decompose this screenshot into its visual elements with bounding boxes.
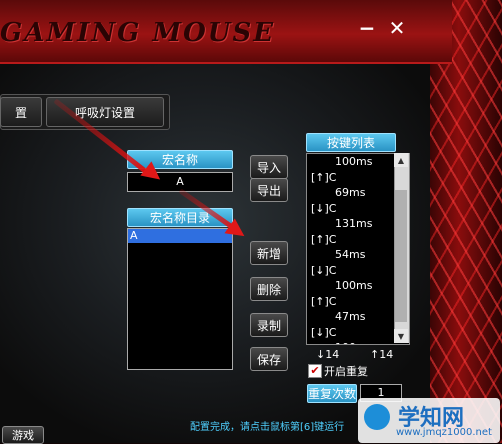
status-text: 配置完成，请点击鼠标第[6]键运行 (190, 422, 345, 433)
watermark-globe-icon (364, 404, 390, 430)
record-button[interactable]: 录制 (250, 313, 288, 337)
repeat-checkbox-label: 开启重复 (324, 365, 368, 378)
brand-title: GAMING MOUSE (0, 18, 276, 48)
repeat-count-label: 重复次数 (307, 384, 357, 403)
down-count: ↓14 (316, 348, 340, 361)
up-count: ↑14 (370, 348, 394, 361)
tab-breathing-light[interactable]: 呼吸灯设置 (46, 97, 164, 127)
background-artwork (430, 0, 502, 443)
watermark-url: www.jmqz1000.net (396, 427, 492, 438)
scroll-down-icon[interactable]: ▼ (394, 329, 408, 343)
close-icon: ✕ (388, 16, 406, 40)
watermark-logo: 学知网 www.jmqz1000.net (358, 398, 500, 443)
scroll-up-icon[interactable]: ▲ (394, 153, 408, 167)
key-list-label: 按键列表 (306, 133, 396, 152)
minimize-button[interactable]: − (356, 16, 378, 40)
macro-dir-list[interactable]: A (127, 228, 233, 370)
delete-button[interactable]: 删除 (250, 277, 288, 301)
import-button[interactable]: 导入 (250, 155, 288, 179)
save-button[interactable]: 保存 (250, 347, 288, 371)
export-button[interactable]: 导出 (250, 178, 288, 202)
minimize-icon: − (358, 16, 376, 40)
game-button[interactable]: 游戏 (2, 426, 44, 444)
close-button[interactable]: ✕ (386, 16, 408, 40)
tab-settings[interactable]: 置 (0, 97, 42, 127)
add-button[interactable]: 新增 (250, 241, 288, 265)
scroll-thumb[interactable] (395, 190, 407, 322)
macro-dir-item[interactable]: A (128, 229, 232, 243)
repeat-checkbox[interactable]: ✔ (308, 364, 322, 378)
